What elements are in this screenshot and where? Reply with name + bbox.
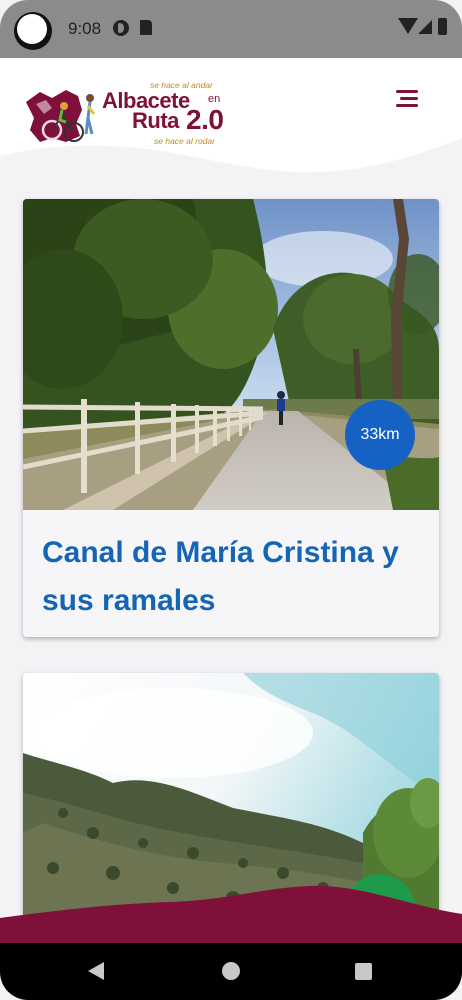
pocket-icon (113, 20, 129, 36)
logo-title-line2: Ruta (132, 108, 179, 133)
system-nav-bar (0, 943, 462, 1000)
status-bar: 9:08 (0, 0, 462, 58)
app-header: se hace al andar Albacete en Ruta 2.0 se… (0, 58, 462, 178)
route-title[interactable]: Canal de María Cristina y sus ramales (42, 529, 422, 625)
footer-wave-shape (0, 885, 462, 946)
home-icon[interactable] (222, 962, 240, 980)
logo-cyclist-walker-icon (26, 90, 96, 142)
hamburger-menu-icon[interactable] (394, 88, 420, 110)
albacete-en-ruta-logo[interactable]: se hace al andar Albacete en Ruta 2.0 se… (22, 80, 232, 146)
bubble-icon[interactable] (14, 12, 52, 50)
battery-icon (438, 18, 447, 35)
signal-icon (418, 20, 432, 34)
logo-title-version: 2.0 (186, 104, 224, 135)
app-screen: 9:08 se hace al andar Albacete en Ruta 2… (0, 0, 462, 1000)
recents-icon[interactable] (355, 963, 372, 980)
back-icon[interactable] (88, 962, 104, 980)
status-time: 9:08 (68, 19, 102, 38)
sd-card-icon (140, 20, 152, 35)
logo-tagline-bottom: se hace al rodar (154, 136, 215, 146)
logo-wordmark: se hace al andar Albacete en Ruta 2.0 se… (102, 80, 236, 146)
route-distance-badge: 33km (345, 400, 415, 470)
wifi-icon (398, 18, 418, 34)
